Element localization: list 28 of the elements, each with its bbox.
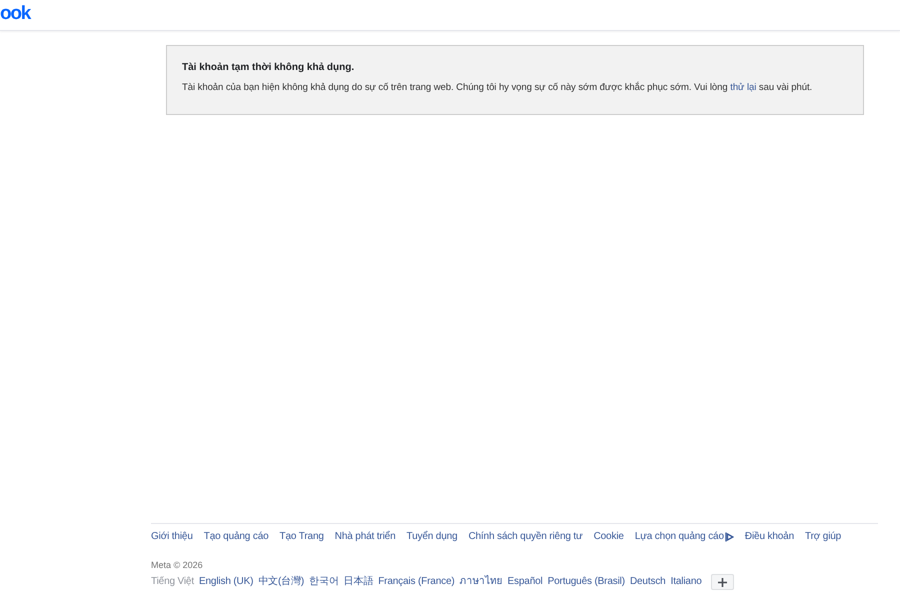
footer-link[interactable]: Chính sách quyền riêng tư: [468, 530, 583, 544]
language-link[interactable]: ภาษาไทย: [460, 575, 503, 589]
footer-link[interactable]: Lựa chọn quảng cáo: [634, 530, 734, 544]
language-link[interactable]: 日本語: [344, 575, 374, 589]
triangle-icon: [724, 532, 734, 542]
logo-text[interactable]: ook: [0, 4, 30, 24]
language-link[interactable]: Deutsch: [630, 575, 666, 589]
footer-link[interactable]: Giới thiệu: [151, 530, 193, 544]
language-link[interactable]: 中文(台灣): [258, 575, 304, 589]
footer-link[interactable]: Điều khoản: [744, 530, 794, 544]
notice-message: Tài khoản của bạn hiện không khả dụng do sự cố trên trang web. Chúng tôi hy vọng sự cố này sớm được khắc phục sớm. Vui lòng thử lại sau vài phút.: [182, 81, 814, 94]
footer-link[interactable]: Tuyển dụng: [406, 530, 458, 544]
more-languages-button[interactable]: [710, 574, 734, 590]
language-link[interactable]: 한국어: [309, 575, 339, 589]
language-link[interactable]: Italiano: [670, 575, 702, 589]
footer-link[interactable]: Cookie: [594, 530, 624, 544]
footer-link[interactable]: Tạo quảng cáo: [204, 530, 269, 544]
footer-link[interactable]: Tạo Trang: [280, 530, 324, 544]
retry-link[interactable]: thử lại: [730, 82, 756, 93]
language-link[interactable]: Español: [508, 575, 543, 589]
copyright-text: Meta © 2026: [151, 559, 203, 571]
language-link[interactable]: Português (Brasil): [548, 575, 625, 589]
footer-link[interactable]: Nhà phát triển: [334, 530, 396, 544]
language-link[interactable]: English (UK): [198, 575, 254, 589]
notice-title: Tài khoản tạm thời không khả dụng.: [182, 61, 356, 74]
footer-link[interactable]: Trợ giúp: [804, 530, 842, 544]
plus-icon: [718, 578, 727, 586]
language-link[interactable]: Français (France): [378, 575, 455, 589]
